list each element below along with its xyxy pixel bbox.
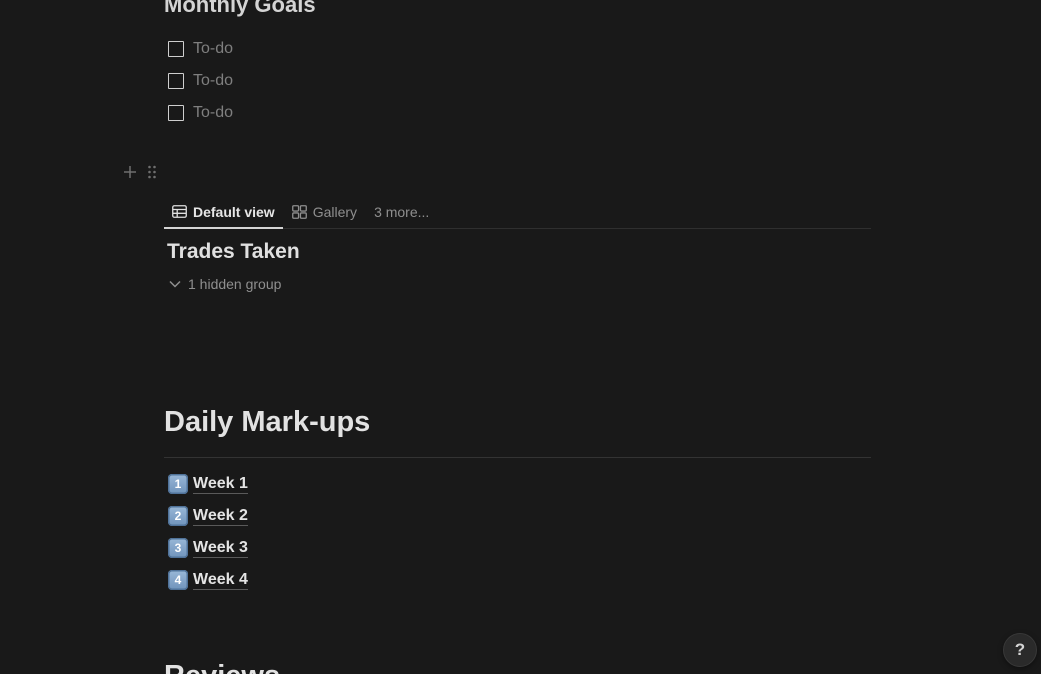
page-link-label[interactable]: Week 4 <box>193 570 248 590</box>
help-button[interactable]: ? <box>1003 633 1037 667</box>
divider <box>164 457 871 458</box>
todo-label[interactable]: To-do <box>193 104 233 122</box>
todo-label[interactable]: To-do <box>193 40 233 58</box>
drag-handle-icon[interactable] <box>144 162 160 182</box>
hidden-group-label: 1 hidden group <box>188 276 282 292</box>
todo-list: To-do To-do To-do <box>168 33 233 129</box>
plus-icon[interactable] <box>122 162 138 182</box>
todo-item[interactable]: To-do <box>168 97 233 129</box>
page-link-week-3[interactable]: 3 Week 3 <box>168 532 248 564</box>
next-section-heading: Reviews <box>164 660 280 674</box>
table-icon <box>172 205 187 218</box>
notion-page: Monthly Goals To-do To-do To-do Default … <box>0 0 1041 674</box>
hidden-group-toggle[interactable]: 1 hidden group <box>168 276 281 292</box>
database-title[interactable]: Trades Taken <box>167 240 300 264</box>
checkbox[interactable] <box>168 105 184 121</box>
checkbox[interactable] <box>168 73 184 89</box>
daily-markups-heading: Daily Mark-ups <box>164 406 371 438</box>
page-link-label[interactable]: Week 2 <box>193 506 248 526</box>
page-link-week-1[interactable]: 1 Week 1 <box>168 468 248 500</box>
page-link-week-2[interactable]: 2 Week 2 <box>168 500 248 532</box>
tab-default-view[interactable]: Default view <box>164 196 283 229</box>
todo-item[interactable]: To-do <box>168 33 233 65</box>
keycap-number-icon: 4 <box>168 570 188 590</box>
monthly-goals-heading: Monthly Goals <box>164 0 316 17</box>
tab-label: 3 more... <box>374 204 430 220</box>
chevron-down-icon <box>169 280 181 288</box>
keycap-number-icon: 2 <box>168 506 188 526</box>
page-link-label[interactable]: Week 1 <box>193 474 248 494</box>
tab-label: Default view <box>193 203 275 220</box>
gallery-icon <box>291 205 307 219</box>
page-link-week-4[interactable]: 4 Week 4 <box>168 564 248 596</box>
keycap-number-icon: 1 <box>168 474 188 494</box>
database-view-tabs: Default view Gallery 3 more... <box>164 196 871 229</box>
checkbox[interactable] <box>168 41 184 57</box>
page-link-label[interactable]: Week 3 <box>193 538 248 558</box>
block-controls <box>122 162 160 182</box>
keycap-number-icon: 3 <box>168 538 188 558</box>
tab-gallery[interactable]: Gallery <box>284 196 365 228</box>
week-page-list: 1 Week 1 2 Week 2 3 Week 3 4 Week 4 <box>168 468 248 596</box>
todo-label[interactable]: To-do <box>193 72 233 90</box>
todo-item[interactable]: To-do <box>168 65 233 97</box>
tab-more-views[interactable]: 3 more... <box>366 196 437 228</box>
tab-label: Gallery <box>312 204 358 220</box>
